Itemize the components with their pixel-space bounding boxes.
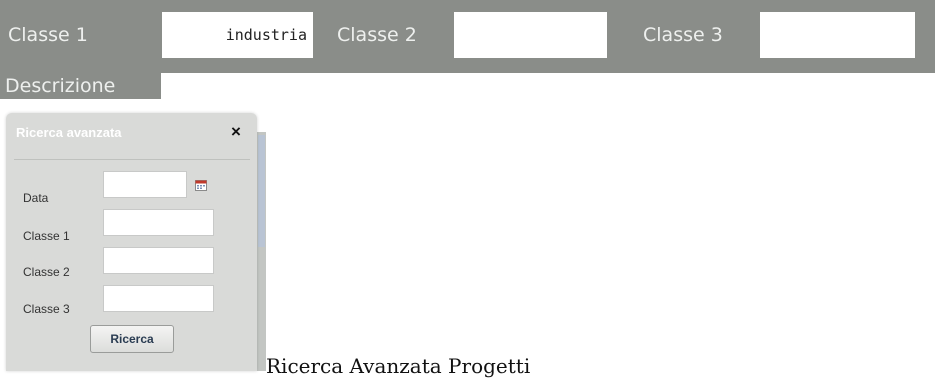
- data-field[interactable]: [103, 171, 187, 198]
- panel-title: Ricerca avanzata: [16, 125, 122, 140]
- classe1-panel-field[interactable]: [103, 209, 214, 236]
- classe3-panel-field[interactable]: [103, 285, 214, 312]
- classe1-field[interactable]: industria: [162, 12, 313, 58]
- classe2-field[interactable]: [454, 12, 607, 58]
- classe2-label: Classe 2: [337, 24, 417, 46]
- data-label: Data: [23, 191, 49, 205]
- classe1-label: Classe 1: [8, 24, 88, 46]
- descrizione-label: Descrizione: [5, 75, 116, 97]
- calendar-icon[interactable]: [195, 180, 207, 191]
- classe2-panel-field[interactable]: [103, 247, 214, 274]
- classe2-panel-label: Classe 2: [23, 265, 70, 279]
- classe1-panel-label: Classe 1: [23, 229, 70, 243]
- classe3-label: Classe 3: [643, 24, 723, 46]
- close-icon[interactable]: ×: [226, 122, 246, 142]
- descrizione-field[interactable]: [161, 73, 165, 99]
- filter-bar: Classe 1 industria Classe 2 Classe 3 Des…: [0, 0, 935, 99]
- page-caption: Ricerca Avanzata Progetti: [266, 354, 531, 378]
- search-button[interactable]: Ricerca: [90, 325, 174, 353]
- panel-divider: [14, 159, 250, 160]
- classe3-field[interactable]: [760, 12, 915, 58]
- panel-scroll-edge: [258, 135, 265, 247]
- classe3-panel-label: Classe 3: [23, 302, 70, 316]
